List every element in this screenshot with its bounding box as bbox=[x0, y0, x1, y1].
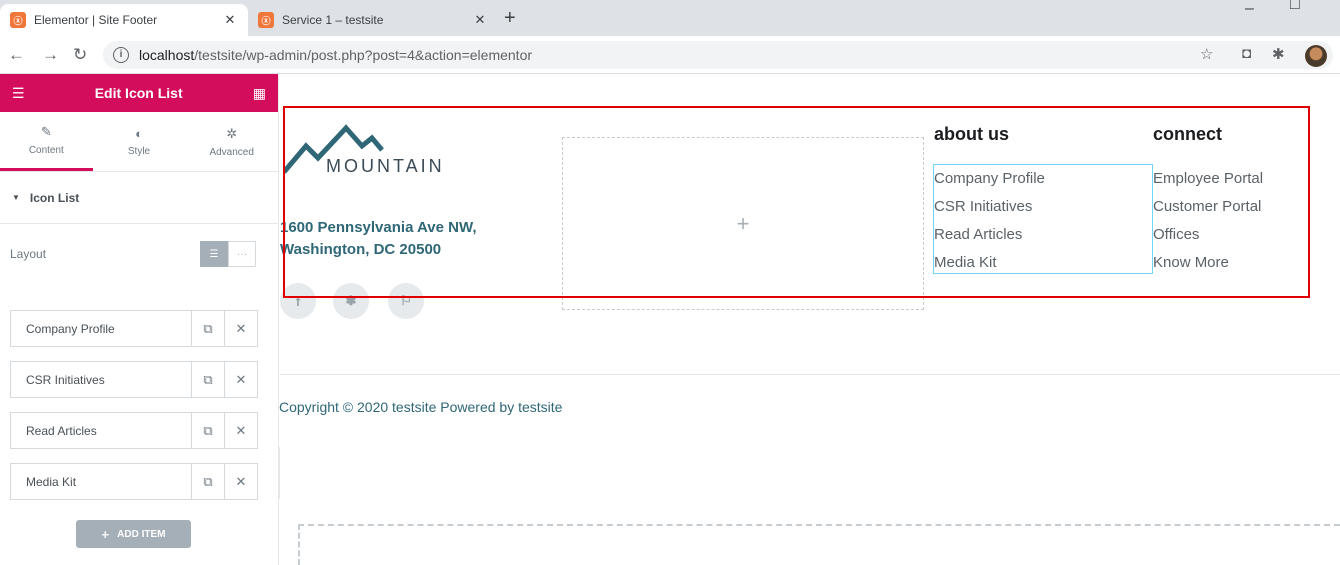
caret-down-icon: ▼ bbox=[12, 193, 20, 202]
reload-icon[interactable]: ↻ bbox=[73, 45, 87, 65]
remove-icon[interactable]: ✕ bbox=[224, 413, 257, 448]
browser-tab-bar: ⓧ Elementor | Site Footer ✕ ⓧ Service 1 … bbox=[0, 0, 1340, 36]
about-us-heading: about us bbox=[934, 124, 1009, 144]
footer-link[interactable]: Customer Portal bbox=[1153, 198, 1261, 215]
remove-icon[interactable]: ✕ bbox=[224, 464, 257, 499]
xampp-icon: ⓧ bbox=[258, 12, 274, 28]
section-title: Icon List bbox=[29, 190, 80, 205]
panel-title: Edit Icon List bbox=[94, 85, 183, 101]
layout-label: Layout bbox=[10, 247, 47, 261]
contrast-icon: ◐ bbox=[135, 126, 143, 141]
section-icon-list[interactable]: ▼ Icon List bbox=[0, 172, 278, 224]
item-label: CSR Initiatives bbox=[26, 372, 105, 387]
tab-label: Content bbox=[28, 145, 64, 156]
logo-text: MOUNTAIN bbox=[326, 156, 445, 176]
close-icon[interactable]: ✕ bbox=[222, 12, 238, 28]
footer-link[interactable]: Offices bbox=[1153, 226, 1199, 243]
add-item-button[interactable]: + ADD ITEM bbox=[76, 520, 191, 548]
add-widget-placeholder[interactable]: + bbox=[562, 137, 924, 310]
widgets-grid-icon[interactable]: ▦ bbox=[253, 85, 266, 102]
add-item-label: ADD ITEM bbox=[117, 528, 166, 540]
layout-default-button[interactable]: ☰ bbox=[200, 241, 228, 267]
footer-divider bbox=[280, 374, 1340, 375]
footer-link[interactable]: Company Profile bbox=[934, 170, 1045, 187]
footer-link[interactable]: Read Articles bbox=[934, 226, 1022, 243]
footer-link[interactable]: Know More bbox=[1153, 254, 1229, 271]
panel-header: ☰ Edit Icon List ▦ bbox=[0, 74, 278, 112]
duplicate-icon[interactable]: ⧉ bbox=[191, 362, 224, 397]
layout-choices: ☰ ··· bbox=[200, 241, 256, 267]
bookmark-star-icon[interactable]: ☆ bbox=[1200, 45, 1213, 63]
foursquare-icon[interactable]: ⚐ bbox=[388, 283, 424, 319]
footer-link[interactable]: Employee Portal bbox=[1153, 170, 1263, 187]
duplicate-icon[interactable]: ⧉ bbox=[191, 464, 224, 499]
new-tab-button[interactable]: + bbox=[504, 7, 516, 30]
browser-tab-service[interactable]: ⓧ Service 1 – testsite ✕ bbox=[248, 4, 498, 36]
list-item[interactable]: Company Profile ⧉ ✕ bbox=[10, 310, 258, 347]
back-icon[interactable]: ← bbox=[8, 45, 25, 65]
url-text: localhost/testsite/wp-admin/post.php?pos… bbox=[139, 47, 533, 63]
tab-title: Elementor | Site Footer bbox=[34, 13, 158, 27]
list-item[interactable]: CSR Initiatives ⧉ ✕ bbox=[10, 361, 258, 398]
tab-label: Style bbox=[127, 146, 151, 157]
facebook-icon[interactable]: f bbox=[280, 283, 316, 319]
maximize-icon[interactable]: □ bbox=[1290, 0, 1300, 14]
item-label: Media Kit bbox=[26, 474, 77, 489]
remove-icon[interactable]: ✕ bbox=[224, 311, 257, 346]
menu-icon[interactable]: ☰ bbox=[12, 85, 25, 102]
tab-label: Advanced bbox=[209, 146, 254, 158]
tab-advanced[interactable]: ✲ Advanced bbox=[185, 112, 278, 171]
item-label: Read Articles bbox=[26, 423, 97, 438]
gear-icon: ✲ bbox=[226, 125, 238, 141]
layout-control: Layout ☰ ··· bbox=[0, 224, 278, 284]
address-bar[interactable]: i localhost/testsite/wp-admin/post.php?p… bbox=[103, 41, 1333, 69]
yelp-icon[interactable]: ✽ bbox=[333, 283, 369, 319]
list-item[interactable]: Media Kit ⧉ ✕ bbox=[10, 463, 258, 500]
duplicate-icon[interactable]: ⧉ bbox=[191, 311, 224, 346]
add-section-drop-area[interactable] bbox=[298, 524, 1340, 565]
extensions-icon[interactable]: ✱ bbox=[1272, 45, 1285, 63]
connect-heading: connect bbox=[1153, 124, 1223, 144]
duplicate-icon[interactable]: ⧉ bbox=[191, 413, 224, 448]
minimize-icon[interactable]: – bbox=[1245, 0, 1254, 18]
tab-style[interactable]: ◐ Style bbox=[93, 112, 186, 171]
footer-address: 1600 Pennsylvania Ave NW, Washington, DC… bbox=[280, 219, 477, 258]
list-item[interactable]: Read Articles ⧉ ✕ bbox=[10, 412, 258, 449]
tab-title: Service 1 – testsite bbox=[282, 13, 384, 27]
layout-inline-button[interactable]: ··· bbox=[228, 241, 256, 267]
tab-content[interactable]: ✎ Content bbox=[0, 112, 93, 171]
footer-link[interactable]: Media Kit bbox=[934, 254, 997, 271]
plus-icon: + bbox=[101, 526, 110, 542]
plus-icon: + bbox=[736, 210, 750, 236]
panel-tabs: ✎ Content ◐ Style ✲ Advanced bbox=[0, 112, 278, 172]
pencil-icon: ✎ bbox=[40, 124, 52, 139]
xampp-icon: ⓧ bbox=[10, 12, 26, 28]
avatar[interactable] bbox=[1305, 45, 1327, 67]
browser-toolbar: ← → ↻ i localhost/testsite/wp-admin/post… bbox=[0, 36, 1340, 74]
copyright-text: Copyright © 2020 testsite Powered by tes… bbox=[279, 399, 563, 415]
remove-icon[interactable]: ✕ bbox=[224, 362, 257, 397]
browser-tab-elementor[interactable]: ⓧ Elementor | Site Footer ✕ bbox=[0, 4, 248, 36]
item-label: Company Profile bbox=[26, 321, 115, 336]
close-icon[interactable]: ✕ bbox=[472, 12, 488, 28]
footer-link[interactable]: CSR Initiatives bbox=[934, 198, 1032, 215]
forward-icon[interactable]: → bbox=[42, 45, 59, 65]
info-icon[interactable]: i bbox=[113, 47, 129, 63]
shield-icon[interactable]: ◘ bbox=[1242, 45, 1251, 62]
